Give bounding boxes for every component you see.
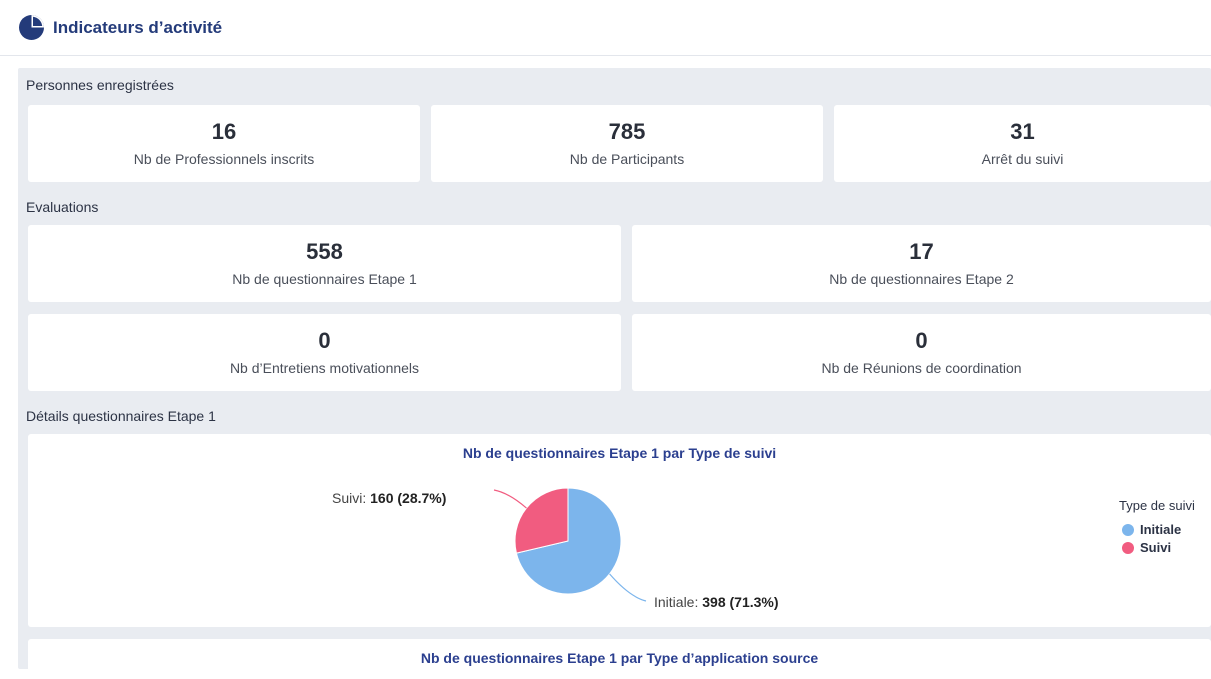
stat-label: Nb de Participants xyxy=(569,151,685,167)
legend-label-suivi: Suivi xyxy=(1140,540,1172,555)
stat-value: 16 xyxy=(211,119,237,144)
stat-card-motivational-interviews: 0 Nb d’Entretiens motivationnels xyxy=(28,314,621,391)
stat-card-stop-followup: 31 Arrêt du suivi xyxy=(834,105,1211,182)
stat-value: 785 xyxy=(608,119,646,144)
stat-label: Nb de questionnaires Etape 2 xyxy=(829,271,1014,287)
section-registered-label: Personnes enregistrées xyxy=(26,77,174,93)
page-title: Indicateurs d’activité xyxy=(53,17,223,37)
pie-connector-suivi xyxy=(493,489,527,509)
legend-dot-suivi xyxy=(1122,541,1134,554)
pie-label-initiale: Initiale: 398 (71.3%) xyxy=(654,594,779,610)
stat-value: 17 xyxy=(909,239,934,264)
pie-chart xyxy=(493,487,647,602)
page-header: Indicateurs d’activité xyxy=(0,0,1211,56)
legend-item-suivi[interactable]: Suivi xyxy=(1122,540,1171,555)
stat-label: Nb de Réunions de coordination xyxy=(821,360,1022,376)
stat-label: Arrêt du suivi xyxy=(981,151,1064,167)
chart-card-application-source: Nb de questionnaires Etape 1 par Type d’… xyxy=(28,639,1211,679)
pie-label-suivi-value: 160 (28.7%) xyxy=(370,490,447,506)
stat-label: Nb de questionnaires Etape 1 xyxy=(232,271,417,287)
section-details-label: Détails questionnaires Etape 1 xyxy=(26,408,216,424)
legend-dot-initiale xyxy=(1122,523,1134,536)
stat-value: 0 xyxy=(915,328,928,353)
pie-label-suivi-name: Suivi: xyxy=(332,490,367,506)
pie-chart-icon xyxy=(18,14,45,41)
stat-label: Nb de Professionnels inscrits xyxy=(133,151,315,167)
pie-slice-suivi[interactable] xyxy=(514,487,569,554)
pie-label-initiale-name: Initiale: xyxy=(654,594,699,610)
stat-value: 558 xyxy=(306,239,343,264)
legend-item-initiale[interactable]: Initiale xyxy=(1122,522,1181,537)
pie-connector-initiale xyxy=(609,573,647,602)
chart-title-application-source: Nb de questionnaires Etape 1 par Type d’… xyxy=(420,650,819,666)
chart-card-suivi: Nb de questionnaires Etape 1 par Type de… xyxy=(28,434,1211,627)
stat-card-participants: 785 Nb de Participants xyxy=(431,105,823,182)
stat-value: 31 xyxy=(1010,119,1035,144)
legend-label-initiale: Initiale xyxy=(1140,522,1182,537)
stat-label: Nb d’Entretiens motivationnels xyxy=(229,360,420,376)
stat-card-questionnaires-step1: 558 Nb de questionnaires Etape 1 xyxy=(28,225,621,302)
stat-card-coordination-meetings: 0 Nb de Réunions de coordination xyxy=(632,314,1211,391)
stat-card-questionnaires-step2: 17 Nb de questionnaires Etape 2 xyxy=(632,225,1211,302)
legend-title: Type de suivi xyxy=(1119,498,1195,513)
stat-card-professionals: 16 Nb de Professionnels inscrits xyxy=(28,105,420,182)
dashboard-panel: Personnes enregistrées 16 Nb de Professi… xyxy=(18,68,1211,679)
pie-label-initiale-value: 398 (71.3%) xyxy=(702,594,779,610)
section-evaluations-label: Evaluations xyxy=(26,199,99,215)
stat-value: 0 xyxy=(318,328,331,353)
pie-label-suivi: Suivi: 160 (28.7%) xyxy=(332,490,446,506)
